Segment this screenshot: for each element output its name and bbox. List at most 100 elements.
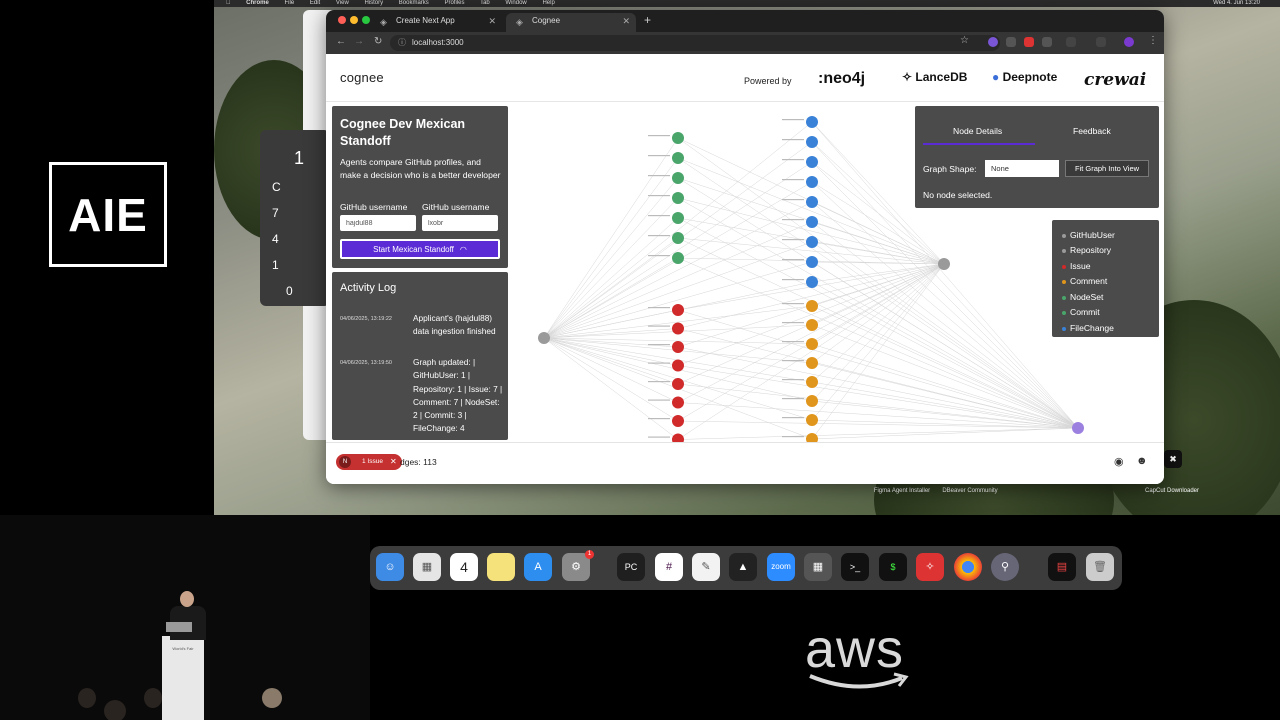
extensions-puzzle-icon[interactable] xyxy=(1066,37,1076,47)
zoom-icon[interactable]: zoom xyxy=(767,553,795,581)
quicktime-icon[interactable]: ⚲ xyxy=(991,553,1019,581)
menu-item[interactable]: Edit xyxy=(310,0,320,6)
downloads-folder-icon[interactable]: ▤ xyxy=(1048,553,1076,581)
graph-node[interactable] xyxy=(672,433,684,443)
graph-node[interactable] xyxy=(672,359,684,372)
graph-node[interactable] xyxy=(672,396,684,409)
graph-node[interactable] xyxy=(806,256,818,268)
address-bar[interactable]: ⓘ localhost:3000 xyxy=(390,35,1000,51)
graph-node[interactable] xyxy=(806,319,818,331)
desktop-icon-label[interactable]: DBeaver Community xyxy=(940,488,1000,494)
desktop-icon-label[interactable]: CapCut Downloader xyxy=(1142,488,1202,494)
extension-icon[interactable] xyxy=(1042,37,1052,47)
menu-item[interactable]: Chrome xyxy=(246,0,269,6)
graph-node[interactable] xyxy=(672,132,684,144)
maximize-window-button[interactable] xyxy=(362,16,370,24)
graph-node[interactable] xyxy=(806,116,818,128)
cursor-app-icon[interactable]: ▲ xyxy=(729,553,757,581)
new-tab-icon[interactable]: + xyxy=(644,13,651,27)
menubar-clock[interactable]: Wed 4. Jun 13:20 xyxy=(1213,0,1260,7)
graph-node[interactable] xyxy=(672,172,684,184)
graph-node[interactable] xyxy=(806,414,818,426)
textedit-icon[interactable]: ✎ xyxy=(692,553,720,581)
graph-node[interactable] xyxy=(806,357,818,369)
extension-icon[interactable] xyxy=(1024,37,1034,47)
graph-node[interactable] xyxy=(806,136,818,148)
graph-node[interactable] xyxy=(806,176,818,188)
notes-icon[interactable] xyxy=(487,553,515,581)
menu-item[interactable]: Bookmarks xyxy=(399,0,429,6)
extension-icon[interactable] xyxy=(988,37,998,47)
apple-icon[interactable]:  xyxy=(226,0,231,6)
graph-node[interactable] xyxy=(806,236,818,248)
graph-node[interactable] xyxy=(672,152,684,164)
terminal-icon[interactable]: >_ xyxy=(841,553,869,581)
cognee-logo[interactable]: cognee xyxy=(340,70,384,85)
graph-node[interactable] xyxy=(538,332,550,344)
app-store-icon[interactable]: A xyxy=(524,553,552,581)
menu-item[interactable]: Profiles xyxy=(444,0,464,6)
site-info-icon[interactable]: ⓘ xyxy=(398,35,406,51)
forward-icon[interactable]: → xyxy=(354,36,364,47)
graph-node[interactable] xyxy=(672,192,684,204)
graph-node[interactable] xyxy=(806,338,818,350)
graph-node[interactable] xyxy=(806,300,818,312)
tab-node-details[interactable]: Node Details xyxy=(953,126,1002,136)
github-username-input-2[interactable] xyxy=(422,215,498,231)
trash-icon[interactable]: 🗑 xyxy=(1086,553,1114,581)
graph-node[interactable] xyxy=(806,376,818,388)
discord-icon[interactable]: ☻ xyxy=(1136,455,1148,467)
desktop-icon-label[interactable]: Figma Agent Installer xyxy=(872,488,932,494)
slack-icon[interactable]: # xyxy=(655,553,683,581)
chrome-icon[interactable] xyxy=(954,553,982,581)
graph-node[interactable] xyxy=(806,156,818,168)
menu-item[interactable]: Help xyxy=(542,0,554,6)
browser-menu-icon[interactable]: ⋮ xyxy=(1148,35,1158,46)
acrobat-icon[interactable]: ✧ xyxy=(916,553,944,581)
graph-node[interactable] xyxy=(806,196,818,208)
tab-feedback[interactable]: Feedback xyxy=(1073,126,1111,136)
close-window-button[interactable] xyxy=(338,16,346,24)
terminal-alt-icon[interactable]: $ xyxy=(879,553,907,581)
close-tab-icon[interactable]: ✕ xyxy=(622,16,630,27)
bookmark-star-icon[interactable]: ☆ xyxy=(960,35,969,46)
menu-item[interactable]: Window xyxy=(505,0,526,6)
graph-node[interactable] xyxy=(806,276,818,288)
reload-icon[interactable]: ↻ xyxy=(374,36,382,47)
graph-node[interactable] xyxy=(672,304,684,316)
menu-item[interactable]: File xyxy=(285,0,295,6)
minimize-window-button[interactable] xyxy=(350,16,358,24)
fit-graph-button[interactable]: Fit Graph Into View xyxy=(1065,160,1149,177)
graph-node[interactable] xyxy=(672,322,684,335)
graph-node[interactable] xyxy=(672,415,684,427)
graph-node[interactable] xyxy=(672,232,684,244)
nextjs-issue-badge[interactable]: N 1 Issue ✕ xyxy=(336,454,402,470)
graph-shape-input[interactable] xyxy=(985,160,1059,177)
graph-node[interactable] xyxy=(672,252,684,264)
finder-icon[interactable]: ☺ xyxy=(376,553,404,581)
extension-icon[interactable] xyxy=(1006,37,1016,47)
back-icon[interactable]: ← xyxy=(336,36,346,47)
calculator-icon[interactable]: ▦ xyxy=(804,553,832,581)
sidebar-icon[interactable] xyxy=(1096,37,1106,47)
calendar-icon[interactable]: 4 xyxy=(450,553,478,581)
graph-node[interactable] xyxy=(806,395,818,407)
browser-tab-active[interactable]: ◈ Cognee ✕ xyxy=(506,13,636,32)
graph-node[interactable] xyxy=(672,378,684,390)
profile-avatar[interactable] xyxy=(1124,37,1134,47)
graph-node[interactable] xyxy=(938,258,950,270)
graph-node[interactable] xyxy=(806,433,818,442)
graph-node[interactable] xyxy=(672,341,684,353)
start-mexican-standoff-button[interactable]: Start Mexican Standoff ◠ xyxy=(340,239,500,259)
graph-node[interactable] xyxy=(672,212,684,224)
menu-item[interactable]: History xyxy=(364,0,383,6)
graph-node[interactable] xyxy=(806,216,818,228)
pycharm-icon[interactable]: PC xyxy=(617,553,645,581)
capcut-icon[interactable]: ✖ xyxy=(1164,450,1182,468)
menu-item[interactable]: View xyxy=(336,0,349,6)
github-icon[interactable]: ◉ xyxy=(1114,455,1124,468)
graph-node[interactable] xyxy=(1072,422,1084,434)
close-issue-icon[interactable]: ✕ xyxy=(390,454,397,470)
close-tab-icon[interactable]: ✕ xyxy=(488,16,496,27)
launchpad-icon[interactable]: ▦ xyxy=(413,553,441,581)
